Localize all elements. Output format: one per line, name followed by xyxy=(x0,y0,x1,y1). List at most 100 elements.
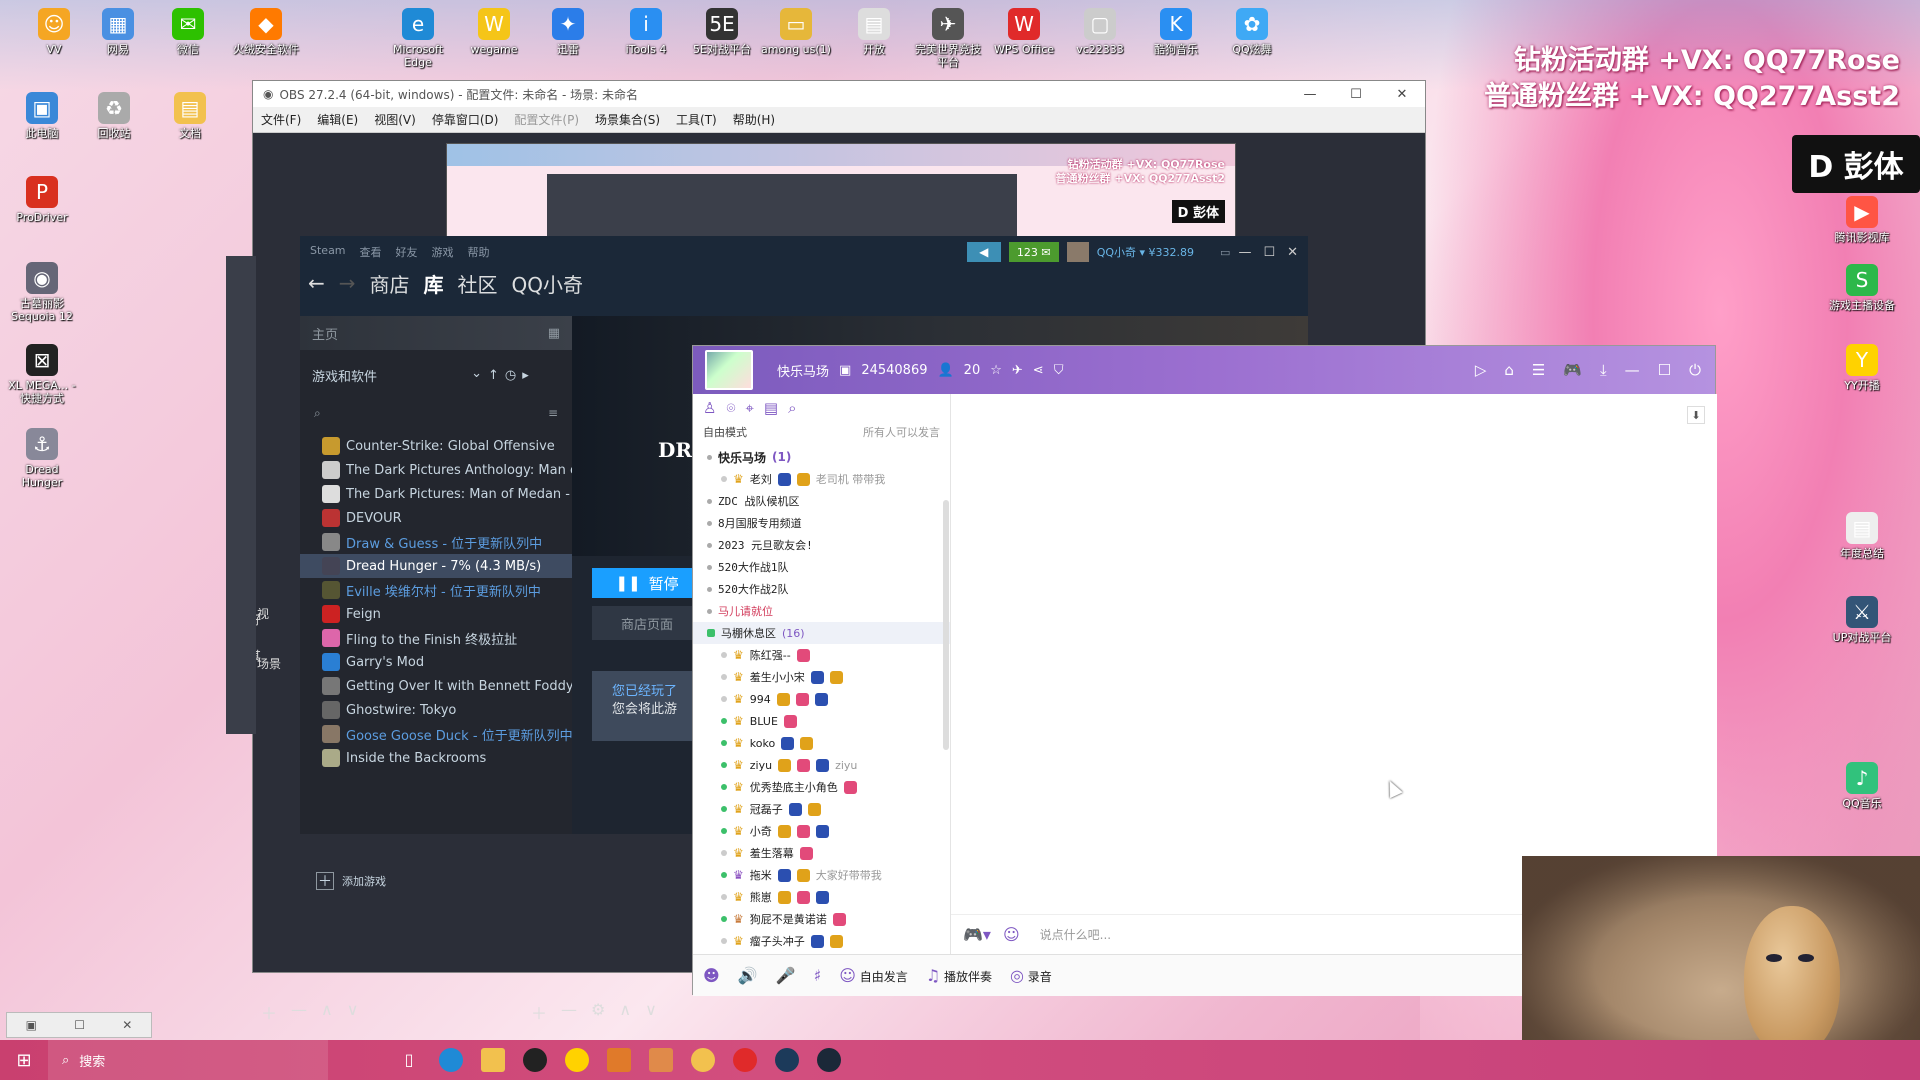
obs-menu-item[interactable]: 工具(T) xyxy=(676,111,717,128)
desktop-icon[interactable]: S 游戏主播设备 xyxy=(1826,264,1898,312)
gamepad-icon[interactable]: 🎮▾ xyxy=(963,925,991,944)
task-view-icon[interactable]: ▯ xyxy=(388,1040,430,1080)
obs-menu-item[interactable]: 文件(F) xyxy=(261,111,301,128)
taskbar-search[interactable]: ⌕ 搜索 xyxy=(48,1040,328,1080)
speaker-icon[interactable]: 🔊 xyxy=(738,966,758,985)
steam-menu-item[interactable]: Steam xyxy=(310,244,346,260)
desktop-icon[interactable]: ✈ 完美世界竞技平台 xyxy=(912,8,984,69)
location-icon[interactable]: ⌖ xyxy=(745,399,753,417)
desktop-icon[interactable]: ▤ 开放 xyxy=(838,8,910,56)
add-game-button[interactable]: ＋添加游戏 xyxy=(316,872,386,890)
equalizer-icon[interactable]: ♯ xyxy=(814,966,822,985)
desktop-icon[interactable]: ☺ VV xyxy=(18,8,90,56)
explorer-icon[interactable] xyxy=(472,1040,514,1080)
desktop-icon[interactable]: ◆ 火绒安全软件 xyxy=(230,8,302,56)
room-avatar[interactable] xyxy=(705,350,753,390)
desktop-icon[interactable]: P ProDriver xyxy=(6,176,78,224)
plane-icon[interactable]: ✈ xyxy=(1012,363,1023,378)
game-item[interactable]: Feign xyxy=(300,602,572,626)
channel-item[interactable]: 2023 元旦歌友会! xyxy=(693,534,950,556)
channel-user[interactable]: ♛ 994 xyxy=(693,688,950,710)
game-item[interactable]: Ghostwire: Tokyo xyxy=(300,698,572,722)
channel-item[interactable]: 520大作战2队 xyxy=(693,578,950,600)
minimized-window-controls[interactable]: ▣ ☐ ✕ xyxy=(6,1012,152,1038)
obs-preview[interactable]: 钻粉活动群 +VX: QQ77Rose 普通粉丝群 +VX: QQ277Asst2… xyxy=(446,143,1236,238)
channel-item[interactable]: 8月国服专用频道 xyxy=(693,512,950,534)
user-icon[interactable]: ♙ xyxy=(703,399,716,417)
channel-item[interactable]: 马棚休息区 (16) xyxy=(693,622,950,644)
desktop-icon[interactable]: ◉ 古墓丽影Sequoia 12 xyxy=(6,262,78,323)
account-menu[interactable]: QQ小奇 ▾ ¥332.89 xyxy=(1097,244,1194,260)
channel-item[interactable]: ZDC 战队候机区 xyxy=(693,490,950,512)
minimize-icon[interactable]: — xyxy=(1625,361,1640,379)
home-icon[interactable]: ⌂ xyxy=(1504,361,1514,379)
desktop-icon[interactable]: W WPS Office xyxy=(988,8,1060,56)
emoji-search-icon[interactable]: ☺ xyxy=(1003,925,1020,944)
library-home[interactable]: 主页 ▦ xyxy=(300,316,572,350)
channel-user[interactable]: ♛ ziyu ziyu xyxy=(693,754,950,776)
netease-music-icon[interactable] xyxy=(724,1040,766,1080)
game-item[interactable]: Draw & Guess - 位于更新队列中 xyxy=(300,530,572,554)
desktop-icon[interactable]: Wwegame xyxy=(458,8,530,56)
game-item[interactable]: DEVOUR xyxy=(300,506,572,530)
maximize-icon[interactable]: ☐ xyxy=(1658,361,1671,379)
channel-user[interactable]: ♛ BLUE xyxy=(693,710,950,732)
store-page-tab[interactable]: 商店页面 xyxy=(592,606,702,640)
desktop-icon[interactable]: ✿ QQ炫舞 xyxy=(1216,8,1288,56)
mic-icon[interactable]: ⌾ xyxy=(726,399,735,417)
add-icon[interactable]: ＋ xyxy=(261,1000,277,1024)
desktop-icon[interactable]: ▦ 网易 xyxy=(82,8,154,56)
grid-icon[interactable]: ▦ xyxy=(548,326,560,341)
start-button[interactable]: ⊞ xyxy=(0,1040,48,1080)
desktop-icon[interactable]: ♪ QQ音乐 xyxy=(1826,762,1898,810)
download-icon[interactable]: ⤓ xyxy=(1600,361,1607,379)
steam-icon[interactable] xyxy=(808,1040,850,1080)
list-icon[interactable]: ☰ xyxy=(1532,361,1545,379)
mascot-icon[interactable]: ☻ xyxy=(703,966,720,985)
obs-menu-item[interactable]: 视图(V) xyxy=(374,111,416,128)
channel-item[interactable]: 520大作战1队 xyxy=(693,556,950,578)
game-item[interactable]: Eville 埃维尔村 - 位于更新队列中 xyxy=(300,578,572,602)
game-item[interactable]: Dread Hunger - 7% (4.3 MB/s) xyxy=(300,554,572,578)
game-item[interactable]: The Dark Pictures Anthology: Man o xyxy=(300,458,572,482)
sort-icon[interactable]: ↑ xyxy=(488,368,499,383)
video-icon[interactable]: ▷ xyxy=(1475,361,1487,379)
channel-user[interactable]: ♛ 羞生落幕 xyxy=(693,842,950,864)
channel-user[interactable]: ♛ 瘤子头冲子 xyxy=(693,930,950,952)
desktop-icon[interactable]: ▶ 腾讯影视库 xyxy=(1826,196,1898,244)
yy-icon[interactable] xyxy=(682,1040,724,1080)
forward-arrow-icon[interactable]: → xyxy=(339,271,356,295)
gear-icon[interactable]: ⚙ xyxy=(591,1000,605,1024)
share-icon[interactable]: ⋖ xyxy=(1033,363,1044,378)
library-filter[interactable]: 游戏和软件 ⌄ ↑ ◷ ▸ xyxy=(300,360,572,390)
record-button[interactable]: ◎ 录音 xyxy=(1010,966,1052,985)
desktop-icon[interactable]: 5E 5E对战平台 xyxy=(686,8,758,56)
channel-user[interactable]: ♛ 冠磊子 xyxy=(693,798,950,820)
library-search[interactable]: ⌕ ≡ xyxy=(300,398,572,428)
desktop-icon[interactable]: ⚔ UP对战平台 xyxy=(1826,596,1898,644)
desktop-icon[interactable]: Y YY开播 xyxy=(1826,344,1898,392)
steam-menu-item[interactable]: 查看 xyxy=(360,244,382,260)
scrollbar[interactable] xyxy=(943,500,949,750)
down-icon[interactable]: ∨ xyxy=(347,1000,359,1024)
pause-button[interactable]: ❚❚ 暂停 xyxy=(592,568,702,598)
obs-menu-item[interactable]: 配置文件(P) xyxy=(514,111,579,128)
back-arrow-icon[interactable]: ← xyxy=(308,271,325,295)
up-icon[interactable]: ∧ xyxy=(619,1000,631,1024)
channel-user[interactable]: ♛ 老刘 老司机 带带我 xyxy=(693,468,950,490)
desktop-icon[interactable]: ♻ 回收站 xyxy=(78,92,150,140)
yy-live-icon[interactable] xyxy=(556,1040,598,1080)
desktop-icon[interactable]: ⊠ XL MEGA... - 快捷方式 xyxy=(6,344,78,405)
game-item[interactable]: Fling to the Finish 终极拉扯 xyxy=(300,626,572,650)
game-item[interactable]: The Dark Pictures: Man of Medan - xyxy=(300,482,572,506)
desktop-icon[interactable]: ▭ among us(1) xyxy=(760,8,832,56)
desktop-icon[interactable]: ▤ 文档 xyxy=(154,92,226,140)
avatar[interactable] xyxy=(1066,242,1089,262)
desktop-icon[interactable]: e Microsoft Edge xyxy=(382,8,454,69)
game-item[interactable]: Getting Over It with Bennett Foddy xyxy=(300,674,572,698)
obs-menu-item[interactable]: 停靠窗口(D) xyxy=(432,111,499,128)
game-icon[interactable] xyxy=(598,1040,640,1080)
chat-input[interactable]: 说点什么吧... xyxy=(1040,926,1111,943)
channel-user[interactable]: ♛ 小奇 xyxy=(693,820,950,842)
desktop-icon[interactable]: ✉ 微信 xyxy=(152,8,224,56)
